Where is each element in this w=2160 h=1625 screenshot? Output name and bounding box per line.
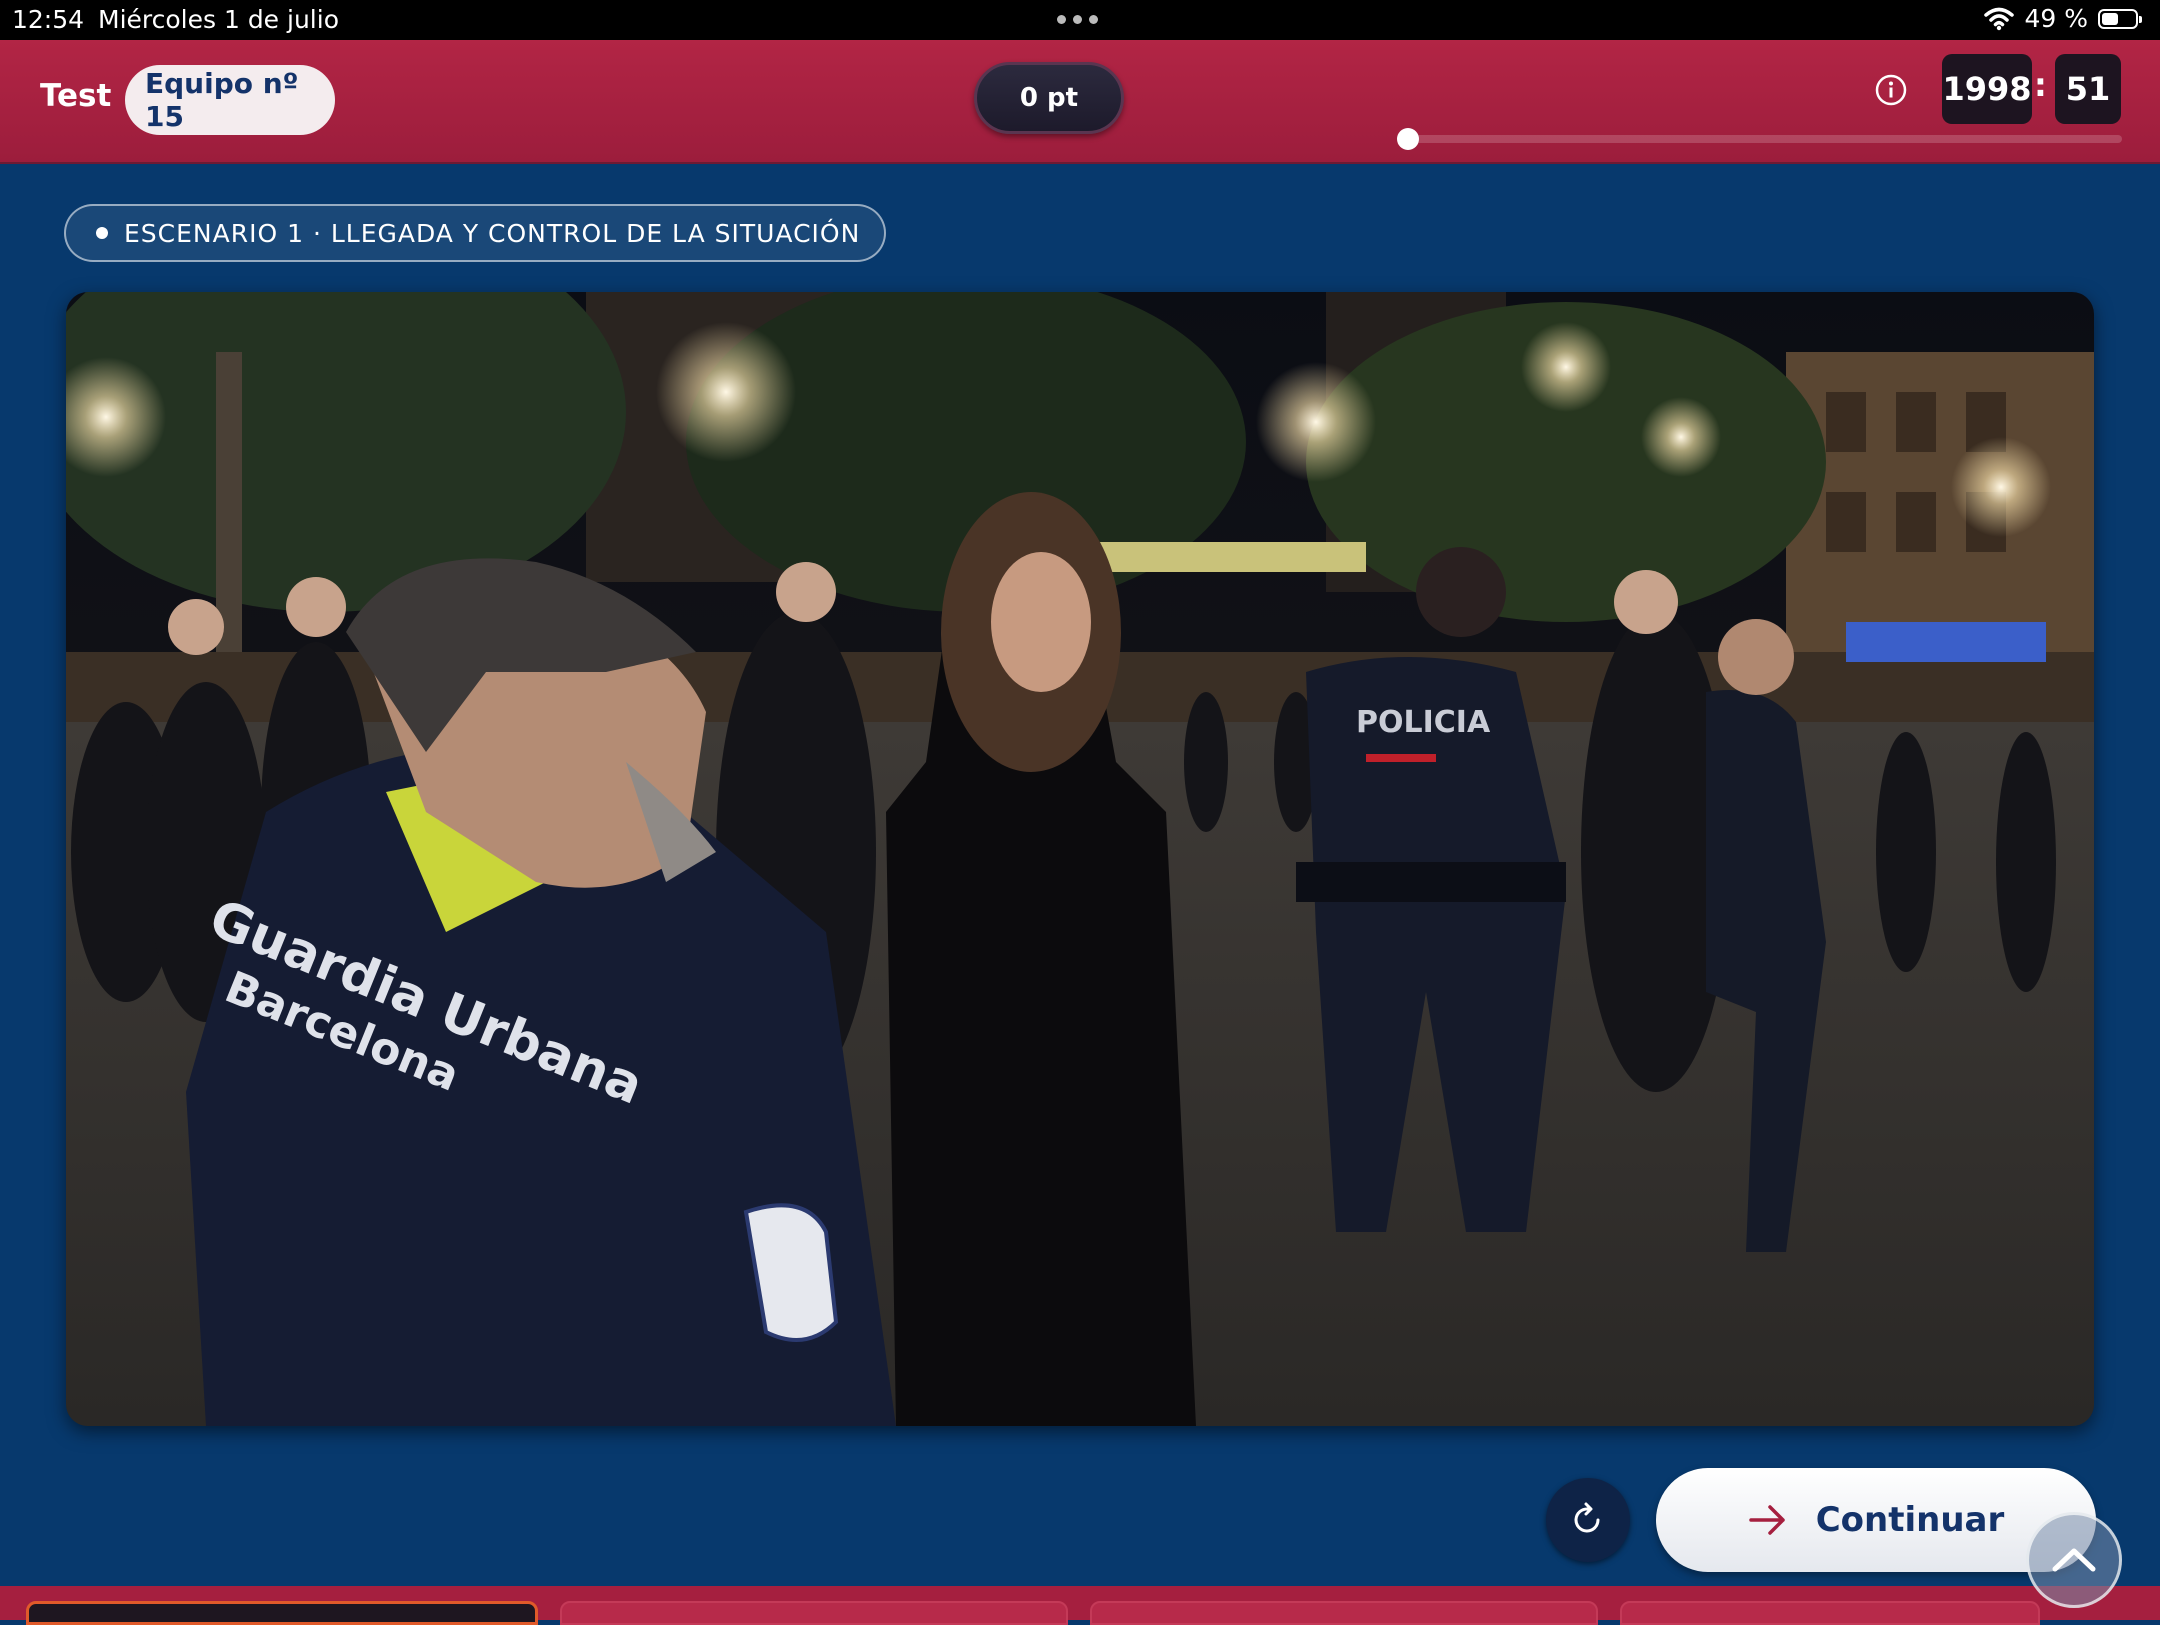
status-bar: 12:54 Miércoles 1 de julio 49 %: [0, 0, 2160, 40]
multitasking-dots-icon[interactable]: [1057, 15, 1098, 24]
progress-knob[interactable]: [1397, 128, 1419, 150]
bullet-icon: [96, 227, 108, 239]
reset-button[interactable]: [1546, 1478, 1630, 1562]
status-time: 12:54: [12, 5, 85, 34]
refresh-icon: [1574, 1502, 1600, 1533]
info-icon[interactable]: [1874, 73, 1908, 107]
progress-track: [1397, 128, 2122, 150]
status-right: 49 %: [1984, 4, 2142, 33]
chevron-up-icon: [2052, 1548, 2096, 1572]
bottom-tab-3[interactable]: [1090, 1601, 1598, 1625]
header: Test Equipo nº 15 0 pt 1998 : 51: [0, 40, 2160, 164]
arrow-right-icon: [1748, 1505, 1785, 1535]
scenario-text: ESCENARIO 1 · LLEGADA Y CONTROL DE LA SI…: [124, 218, 861, 248]
continue-label: Continuar: [1815, 1500, 2005, 1540]
team-badge: Equipo nº 15: [125, 65, 335, 135]
scroll-up-button[interactable]: [2026, 1512, 2122, 1608]
points-badge: 0 pt: [974, 62, 1124, 134]
status-date: Miércoles 1 de julio: [98, 5, 339, 34]
header-title: Test: [40, 78, 112, 114]
scenario-label: ESCENARIO 1 · LLEGADA Y CONTROL DE LA SI…: [64, 204, 886, 262]
wifi-icon: [1984, 7, 2015, 30]
uniform-text-center: POLICIA: [1356, 705, 1491, 740]
battery-percent: 49 %: [2024, 4, 2088, 33]
timer-seconds: 51: [2055, 54, 2121, 124]
bottom-tab-1[interactable]: [26, 1601, 538, 1625]
timer-separator: :: [2034, 66, 2047, 104]
bottom-tab-4[interactable]: [1620, 1601, 2040, 1625]
bottom-tab-2[interactable]: [560, 1601, 1068, 1625]
battery-icon: [2098, 8, 2142, 29]
scene-photo: POLICIA Guardia Urbana Barcelona: [66, 292, 2094, 1426]
timer-minutes: 1998: [1942, 54, 2032, 124]
